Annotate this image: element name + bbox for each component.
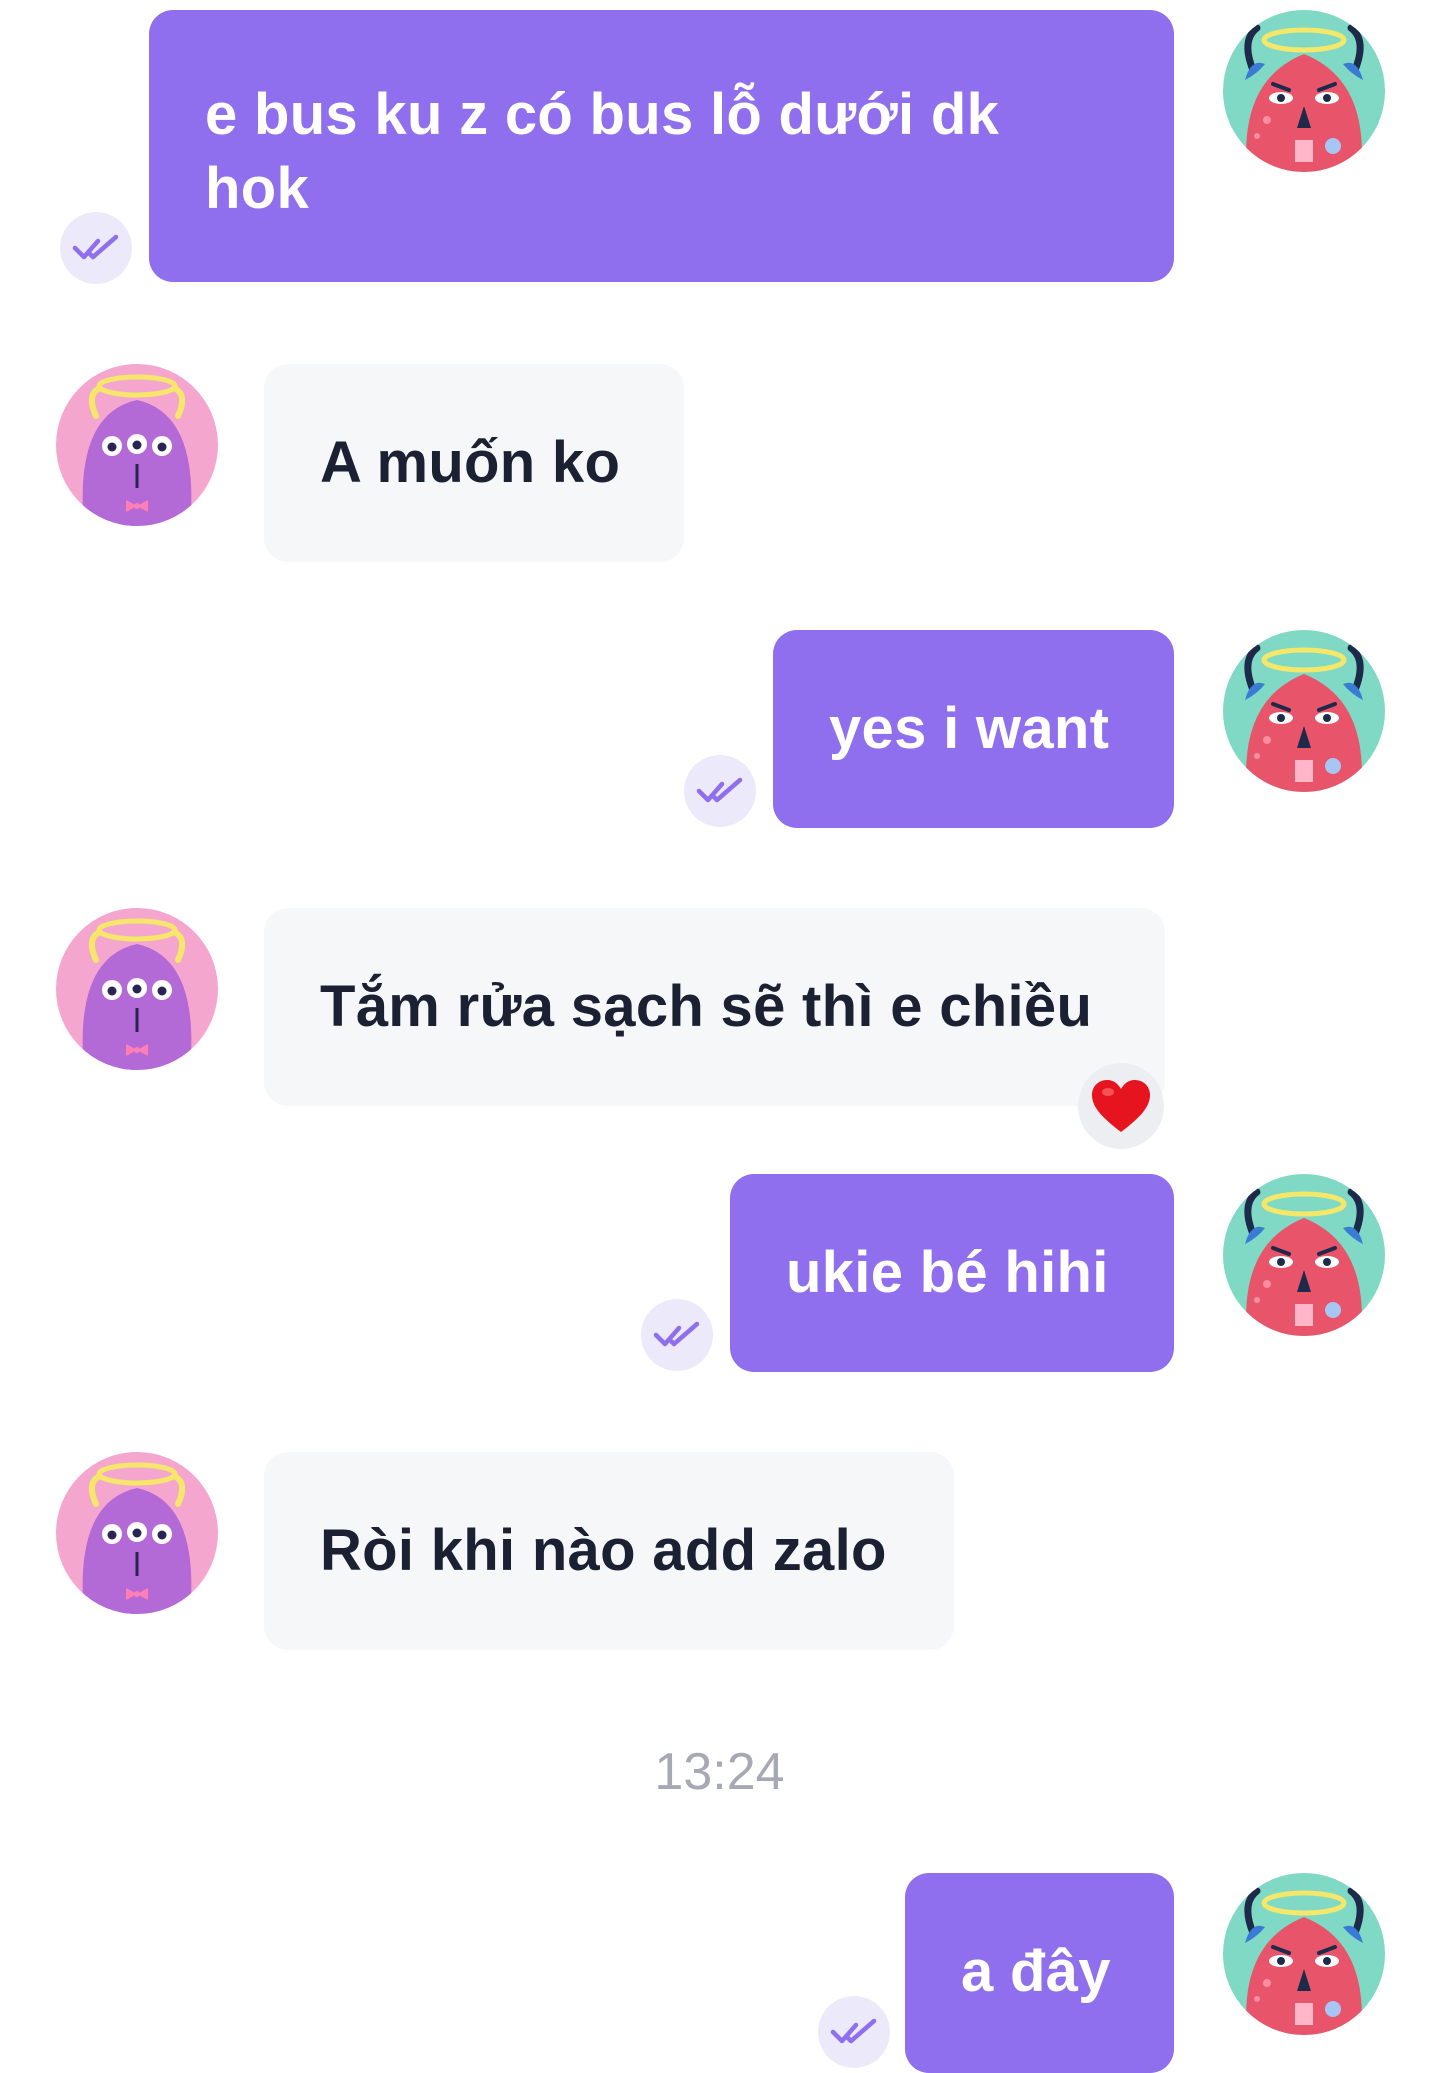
read-receipt [818, 1996, 890, 2068]
message-text: Ròi khi nào add zalo [320, 1518, 887, 1583]
read-receipt [60, 212, 132, 284]
read-receipt [641, 1299, 713, 1371]
heart-reaction-icon [1090, 1078, 1152, 1134]
red-monster-avatar-image [1223, 1873, 1385, 2035]
red-monster-avatar[interactable] [1223, 10, 1385, 172]
red-monster-avatar-image [1223, 10, 1385, 172]
message-bubble-outgoing[interactable]: ukie bé hihi [730, 1174, 1174, 1372]
double-check-icon [830, 2017, 878, 2047]
message-bubble-outgoing[interactable]: a đây [905, 1873, 1174, 2073]
message-text: A muốn ko [320, 430, 621, 495]
message-text: a đây [961, 1939, 1111, 2004]
red-monster-avatar[interactable] [1223, 1873, 1385, 2035]
purple-monster-avatar[interactable] [56, 908, 218, 1070]
red-monster-avatar-image [1223, 1174, 1385, 1336]
message-text-line: e bus ku z có bus lỗ dưới dk [205, 82, 1000, 147]
message-bubble-outgoing[interactable]: e bus ku z có bus lỗ dưới dk hok [149, 10, 1174, 282]
chat-thread: e bus ku z có bus lỗ dưới dk hok A muốn … [0, 0, 1439, 2073]
message-bubble-outgoing[interactable]: yes i want [773, 630, 1174, 828]
purple-monster-avatar[interactable] [56, 1452, 218, 1614]
red-monster-avatar-image [1223, 630, 1385, 792]
message-text: Tắm rửa sạch sẽ thì e chiều [320, 974, 1093, 1039]
double-check-icon [653, 1320, 701, 1350]
message-bubble-incoming[interactable]: A muốn ko [264, 364, 684, 562]
red-monster-avatar[interactable] [1223, 630, 1385, 792]
time-separator: 13:24 [654, 1743, 785, 1801]
double-check-icon [72, 233, 120, 263]
purple-monster-avatar-image [56, 908, 218, 1070]
purple-monster-avatar-image [56, 1452, 218, 1614]
double-check-icon [696, 776, 744, 806]
read-receipt [684, 755, 756, 827]
message-text-line: hok [205, 156, 310, 221]
purple-monster-avatar-image [56, 364, 218, 526]
red-monster-avatar[interactable] [1223, 1174, 1385, 1336]
message-bubble-incoming[interactable]: Ròi khi nào add zalo [264, 1452, 954, 1650]
message-text: ukie bé hihi [786, 1240, 1109, 1305]
purple-monster-avatar[interactable] [56, 364, 218, 526]
message-text: yes i want [829, 696, 1110, 761]
message-bubble-incoming[interactable]: Tắm rửa sạch sẽ thì e chiều [264, 908, 1165, 1106]
reaction-badge[interactable] [1078, 1063, 1164, 1149]
